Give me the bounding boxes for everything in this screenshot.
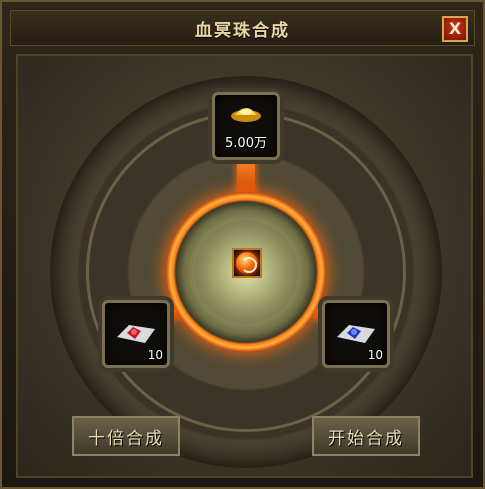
blue-gem-slot[interactable]: 10 (322, 300, 390, 368)
synthesis-panel: 5.00万 10 10 十倍合成 开始合成 (16, 54, 473, 478)
synthesis-window: 血冥珠合成 X 5.00万 10 10 十倍合成 开始合成 (0, 0, 485, 489)
blue-gem-icon (337, 325, 375, 343)
ten-times-synthesis-button[interactable]: 十倍合成 (72, 416, 180, 456)
gold-cost-slot[interactable]: 5.00万 (212, 92, 280, 160)
result-orb-slot[interactable] (232, 248, 262, 278)
blood-orb-icon (236, 252, 258, 274)
gold-amount: 5.00万 (225, 136, 267, 151)
red-gem-count: 10 (147, 348, 163, 362)
title-bar: 血冥珠合成 X (10, 10, 475, 46)
close-button[interactable]: X (442, 16, 468, 42)
window-title: 血冥珠合成 (195, 20, 290, 41)
red-gem-slot[interactable]: 10 (102, 300, 170, 368)
start-synthesis-button[interactable]: 开始合成 (312, 416, 420, 456)
gold-ingot-icon (231, 108, 261, 122)
blue-gem-count: 10 (367, 348, 383, 362)
close-icon: X (448, 19, 462, 38)
red-gem-icon (117, 325, 155, 343)
fire-spoke-top (237, 156, 255, 196)
